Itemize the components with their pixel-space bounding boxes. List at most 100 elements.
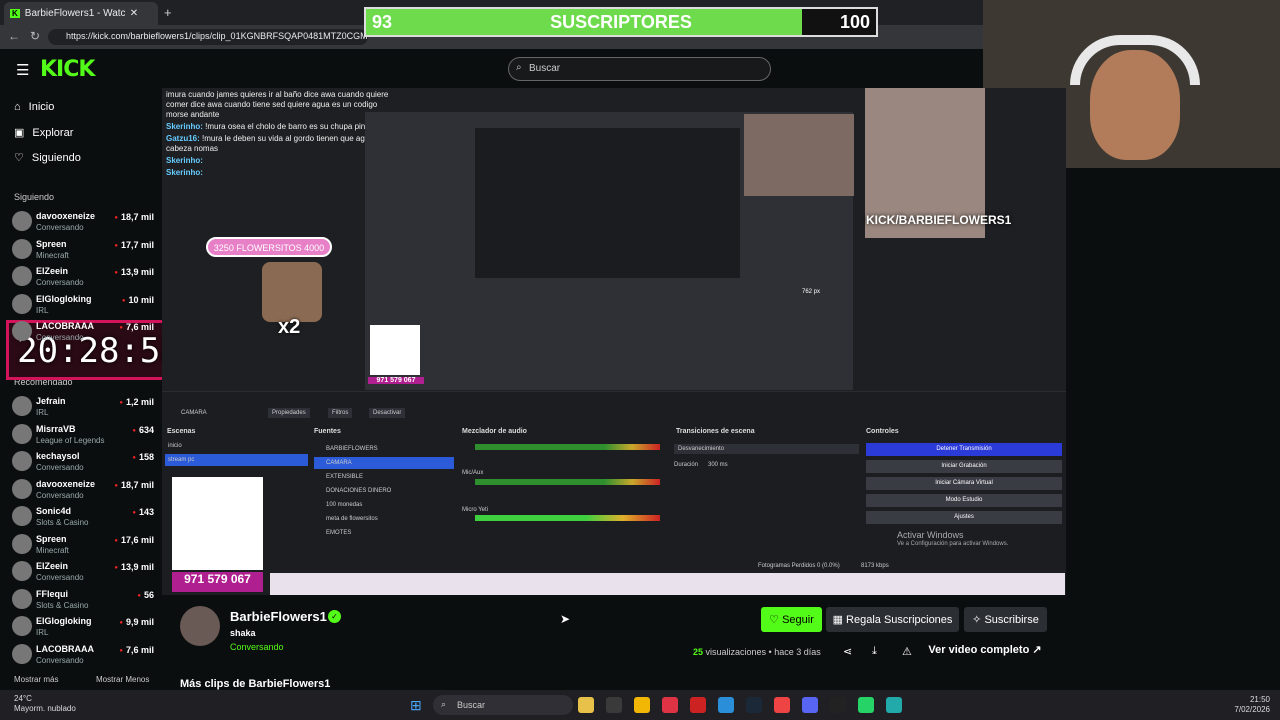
channel-viewers: 18,7 mil: [114, 480, 154, 490]
channel-game: Slots & Casino: [36, 600, 89, 610]
kick-logo[interactable]: KICK: [40, 57, 95, 82]
share-icon[interactable]: ⋖: [843, 645, 852, 658]
taskbar-app-icon[interactable]: [746, 697, 762, 713]
obs-source-item[interactable]: EXTENSIBLE: [314, 471, 454, 483]
subscribe-button[interactable]: ✧ Suscribirse: [964, 607, 1047, 632]
channel-name: ElGlogloking: [36, 293, 92, 304]
channel-game: Minecraft: [36, 250, 69, 260]
follow-button[interactable]: ♡ Seguir: [761, 607, 822, 632]
sidebar-channel[interactable]: davooxeneizeConversando18,7 mil: [12, 477, 154, 505]
taskbar-app-icon[interactable]: [578, 697, 594, 713]
channel-avatar: [12, 616, 32, 636]
taskbar-app-icon[interactable]: [662, 697, 678, 713]
obs-transition-select[interactable]: Desvanecimiento: [674, 444, 859, 454]
sidebar-channel[interactable]: ElGloglokingIRL 10 mil: [12, 292, 154, 320]
close-tab-icon[interactable]: ✕: [130, 8, 138, 19]
search-input[interactable]: ⌕ Buscar: [508, 57, 771, 81]
back-icon[interactable]: ←: [8, 29, 20, 43]
channel-avatar: [12, 561, 32, 581]
reload-icon[interactable]: ↻: [30, 29, 40, 43]
subscribe-label: Suscribirse: [984, 614, 1039, 626]
obs-source-item[interactable]: BARBIEFLOWERS: [314, 443, 454, 455]
chat-text: !mura le deben su vida al gordo tienen q…: [166, 134, 394, 153]
obs-filters-button[interactable]: Filtros: [328, 408, 353, 418]
new-tab-icon[interactable]: +: [164, 5, 172, 20]
sidebar-channel[interactable]: Sonic4d Slots & Casino 143: [12, 504, 154, 532]
obs-audio-meter: [475, 479, 660, 485]
channel-game: IRL: [36, 408, 49, 417]
channel-game: IRL: [36, 305, 49, 315]
gift-subs-button[interactable]: ▦ Regala Suscripciones: [826, 607, 959, 632]
sidebar-channel[interactable]: kechaysol Conversando 158: [12, 449, 154, 477]
obs-control-button[interactable]: Iniciar Cámara Virtual: [866, 477, 1062, 490]
obs-source-item[interactable]: 100 monedas: [314, 499, 454, 511]
obs-control-button[interactable]: Detener Transmisión: [866, 443, 1062, 456]
search-icon: ⌕: [441, 699, 447, 709]
obs-source-item[interactable]: EMOTES: [314, 527, 454, 539]
search-icon: ⌕: [516, 62, 522, 73]
taskbar-clock[interactable]: 21:50 7/02/2026: [1220, 695, 1270, 715]
taskbar-app-icon[interactable]: [830, 697, 846, 713]
taskbar-app-icon[interactable]: [718, 697, 734, 713]
obs-scene-item[interactable]: inicio: [168, 443, 182, 449]
obs-source-item[interactable]: DONACIONES DINERO: [314, 485, 454, 497]
obs-control-button[interactable]: Iniciar Grabación: [866, 460, 1062, 473]
sidebar-channel[interactable]: FFlequiSlots & Casino 56: [12, 587, 154, 615]
windows-start-icon[interactable]: ⊞: [410, 697, 422, 714]
show-more-link[interactable]: Mostrar más: [14, 675, 58, 684]
verified-badge-icon: ✓: [328, 610, 341, 623]
sidebar-channel[interactable]: SpreenMinecraft 17,6 mil: [12, 532, 154, 560]
channel-avatar: [12, 321, 32, 341]
obs-source-item[interactable]: CAMARA: [314, 457, 454, 469]
nested-qr-image: [370, 325, 420, 375]
sidebar-channel[interactable]: Jefrain IRL 1,2 mil: [12, 394, 154, 422]
sidebar-nav-explore[interactable]: ▣ Explorar: [14, 126, 73, 140]
sidebar-channel[interactable]: LACOBRAAAConversando7,6 mil: [12, 319, 154, 347]
sidebar-channel[interactable]: ElZeein Conversando 13,9 mil: [12, 264, 154, 292]
taskbar-app-icon[interactable]: [690, 697, 706, 713]
obs-properties-button[interactable]: Propiedades: [268, 408, 310, 418]
channel-viewers: 7,6 mil: [119, 645, 154, 655]
channel-avatar[interactable]: [180, 606, 220, 646]
obs-control-button[interactable]: Modo Estudio: [866, 494, 1062, 507]
taskbar-app-icon[interactable]: [606, 697, 622, 713]
obs-deactivate-button[interactable]: Desactivar: [369, 408, 406, 418]
sidebar-channel[interactable]: MisrraVBLeague of Legends 634: [12, 422, 154, 450]
sidebar-nav-following[interactable]: ♡ Siguiendo: [14, 151, 81, 165]
channel-name: kechaysol: [36, 451, 80, 461]
sidebar-channel[interactable]: LACOBRAAAConversando7,6 mil: [12, 642, 154, 670]
sidebar-channel[interactable]: ElGlogloking IRL 9,9 mil: [12, 614, 154, 642]
browser-tab[interactable]: K BarbieFlowers1 - Watch clip ✕: [4, 2, 158, 25]
sidebar-channel[interactable]: SpreenMinecraft 17,7 mil: [12, 237, 154, 265]
obs-mixer-channel: Micro Yeti: [462, 507, 489, 513]
nav-label: Siguiendo: [31, 151, 81, 164]
chat-username: Skerinho:: [166, 168, 203, 177]
channel-name[interactable]: BarbieFlowers1: [230, 609, 327, 624]
weather-widget[interactable]: 24°C Mayorm. nublado: [14, 694, 76, 714]
channel-subtitle: shaka: [230, 628, 256, 638]
taskbar-search[interactable]: ⌕ Buscar: [433, 695, 573, 715]
show-less-link[interactable]: Mostrar Menos: [96, 675, 149, 684]
taskbar-app-icon[interactable]: [858, 697, 874, 713]
obs-mixer-channel: Mic/Aux: [462, 470, 484, 476]
report-icon[interactable]: ⚠: [902, 645, 912, 658]
url-field[interactable]: https://kick.com/barbieflowers1/clips/cl…: [48, 29, 368, 45]
channel-category[interactable]: Conversando: [230, 642, 284, 652]
nested-qr-phone: 971 579 067: [368, 377, 424, 384]
channel-name: ElZeein: [36, 561, 69, 571]
taskbar-app-icon[interactable]: [886, 697, 902, 713]
download-icon[interactable]: ⤓: [872, 645, 877, 658]
sidebar-channel[interactable]: davooxeneizeConversando18,7 mil: [12, 209, 154, 237]
obs-scene-item-selected[interactable]: stream pc: [165, 454, 308, 466]
channel-viewers: 634: [132, 425, 154, 435]
taskbar-app-icon[interactable]: [774, 697, 790, 713]
obs-control-button[interactable]: Ajustes: [866, 511, 1062, 524]
taskbar-app-icon[interactable]: [802, 697, 818, 713]
sidebar-nav-home[interactable]: ⌂ Inicio: [14, 101, 54, 113]
obs-duration-value[interactable]: 300 ms: [708, 462, 728, 468]
taskbar-app-icon[interactable]: [634, 697, 650, 713]
sidebar-channel[interactable]: ElZeein Conversando 13,9 mil: [12, 559, 154, 587]
obs-source-item[interactable]: meta de flowersitos: [314, 513, 454, 525]
hamburger-menu-icon[interactable]: ☰: [16, 61, 29, 79]
full-video-button[interactable]: Ver video completo ↗: [925, 643, 1045, 660]
